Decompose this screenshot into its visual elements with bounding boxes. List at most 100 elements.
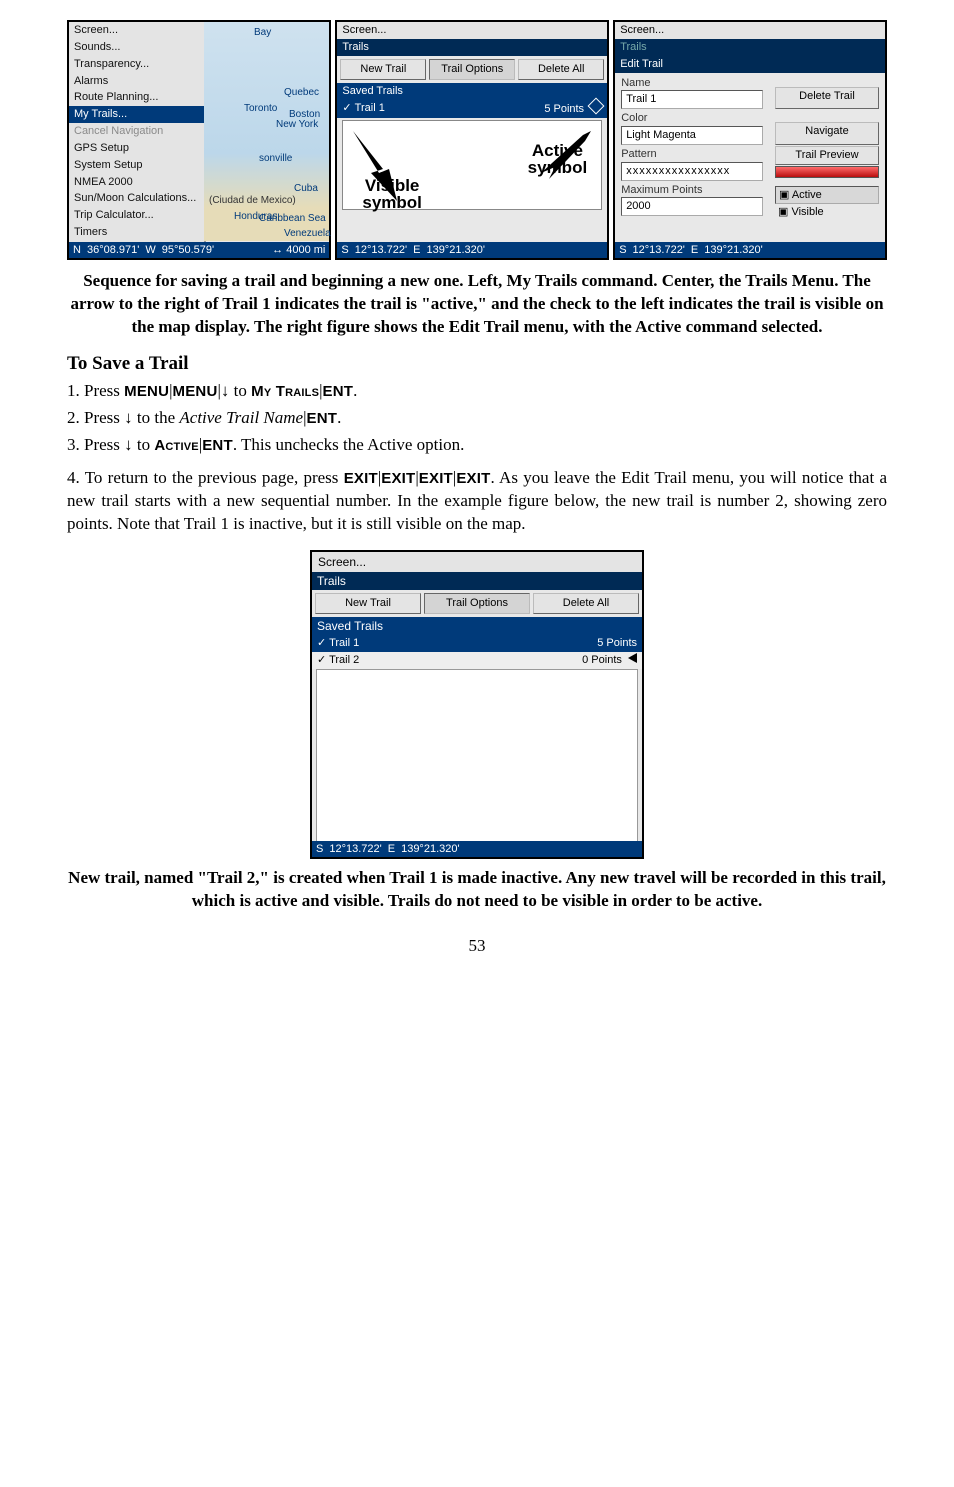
- tabs-row: New Trail Trail Options Delete All: [312, 590, 642, 617]
- status-zoom: ↔ 4000 mi: [272, 243, 325, 258]
- name-field[interactable]: Trail 1: [621, 90, 763, 109]
- map-label: Cuba: [294, 182, 318, 196]
- step-1: 1. Press MENU|MENU|↓ to My Trails|ENT.: [67, 380, 887, 403]
- status-lon: 139°21.320': [401, 842, 460, 857]
- caption-1: Sequence for saving a trail and beginnin…: [67, 270, 887, 339]
- trail-row[interactable]: ✓ Trail 2 0 Points: [312, 652, 642, 669]
- status-s: S: [316, 842, 323, 857]
- trail-points: 5 Points: [597, 637, 637, 649]
- status-e: E: [691, 243, 698, 258]
- status-w: W: [145, 243, 155, 258]
- active-diamond-icon: [588, 98, 605, 115]
- menu-item[interactable]: GPS Setup: [69, 140, 204, 157]
- panel-left: Screen...Sounds...Transparency...AlarmsR…: [67, 20, 331, 260]
- color-select[interactable]: Light Magenta: [621, 126, 763, 145]
- trail-points: 5 Points: [544, 103, 584, 115]
- visible-check-icon: ✓: [317, 654, 326, 666]
- map-label: Toronto: [244, 102, 277, 116]
- saved-trails-header: Saved Trails: [312, 617, 642, 635]
- menu-item[interactable]: Cancel Navigation: [69, 123, 204, 140]
- active-arrow-icon: [628, 653, 637, 663]
- visible-check-icon: ✓: [317, 637, 326, 649]
- menu-item[interactable]: Screen...: [69, 22, 204, 39]
- main-menu-list: Screen...Sounds...Transparency...AlarmsR…: [69, 22, 206, 258]
- trail-options-button[interactable]: Trail Options: [424, 593, 530, 614]
- status-lon: 139°21.320': [704, 243, 763, 258]
- panel-trails-2: Screen... Trails New Trail Trail Options…: [310, 550, 644, 859]
- menu-item[interactable]: Alarms: [69, 73, 204, 90]
- edit-trail-header: Edit Trail: [615, 56, 885, 73]
- status-lon: 95°50.579': [162, 243, 214, 258]
- title-bar: Trails: [615, 39, 885, 56]
- status-e: E: [388, 842, 395, 857]
- empty-list-area: [316, 669, 638, 843]
- status-lon: 139°21.320': [426, 243, 485, 258]
- status-lat: 12°13.722': [329, 842, 381, 857]
- figure-2-wrap: Screen... Trails New Trail Trail Options…: [67, 550, 887, 859]
- menu-item[interactable]: My Trails...: [69, 106, 204, 123]
- status-bar: S 12°13.722' E 139°21.320': [312, 841, 642, 857]
- visible-callout: Visible symbol: [362, 177, 422, 211]
- trail-options-button[interactable]: Trail Options: [429, 59, 515, 80]
- trail-name: Trail 1: [355, 102, 385, 114]
- menu-item[interactable]: Trip Calculator...: [69, 207, 204, 224]
- caption-2: New trail, named "Trail 2," is created w…: [67, 867, 887, 913]
- visible-checkbox-label: Visible: [791, 206, 823, 218]
- trail-points: 0 Points: [582, 654, 622, 666]
- map-label: (Ciudad de Mexico): [209, 194, 296, 208]
- visible-check-icon: ✓: [342, 102, 351, 114]
- trail-rows: ✓ Trail 1 5 Points ✓ Trail 2 0 Points: [312, 635, 642, 669]
- trail-row[interactable]: ✓ Trail 1 5 Points: [312, 635, 642, 652]
- map-label: sonville: [259, 152, 292, 166]
- panel-right-edit-trail: Screen... Trails Edit Trail Name Trail 1…: [613, 20, 887, 260]
- menu-item[interactable]: Transparency...: [69, 56, 204, 73]
- name-label: Name: [615, 75, 769, 91]
- color-label: Color: [615, 110, 769, 126]
- trail-name: Trail 1: [329, 637, 359, 649]
- menu-item[interactable]: Timers: [69, 224, 204, 241]
- status-lat: 36°08.971': [87, 243, 139, 258]
- title-bar: Trails: [312, 572, 642, 590]
- screen-header: Screen...: [615, 22, 885, 39]
- map-label: Bay: [254, 26, 271, 40]
- trail-name: Trail 2: [329, 654, 359, 666]
- trail-row[interactable]: ✓ Trail 1 5 Points: [337, 99, 607, 118]
- menu-item[interactable]: Sun/Moon Calculations...: [69, 190, 204, 207]
- delete-all-button[interactable]: Delete All: [533, 593, 639, 614]
- map-label: Caribbean Sea: [259, 212, 326, 226]
- screen-header: Screen...: [337, 22, 607, 39]
- max-points-label: Maximum Points: [615, 182, 769, 198]
- step-3: 3. Press ↓ to Active|ENT. This unchecks …: [67, 434, 887, 457]
- map-label: Quebec: [284, 86, 319, 100]
- pattern-label: Pattern: [615, 146, 769, 162]
- delete-all-button[interactable]: Delete All: [518, 59, 604, 80]
- new-trail-button[interactable]: New Trail: [315, 593, 421, 614]
- active-callout: Active symbol: [528, 142, 588, 176]
- step-2: 2. Press ↓ to the Active Trail Name|ENT.: [67, 407, 887, 430]
- active-checkbox-label: Active: [792, 189, 822, 201]
- max-points-field[interactable]: 2000: [621, 197, 763, 216]
- delete-trail-button[interactable]: Delete Trail: [775, 87, 879, 110]
- navigate-button[interactable]: Navigate: [775, 122, 879, 145]
- status-bar: S 12°13.722' E 139°21.320': [615, 242, 885, 258]
- map-label: Venezuela: [284, 227, 331, 241]
- menu-item[interactable]: Route Planning...: [69, 89, 204, 106]
- status-s: S: [619, 243, 626, 258]
- status-lat: 12°13.722': [355, 243, 407, 258]
- title-bar: Trails: [337, 39, 607, 56]
- status-n: N: [73, 243, 81, 258]
- status-e: E: [413, 243, 420, 258]
- panel-center-trails: Screen... Trails New Trail Trail Options…: [335, 20, 609, 260]
- new-trail-button[interactable]: New Trail: [340, 59, 426, 80]
- status-bar: N 36°08.971' W 95°50.579' ↔ 4000 mi: [69, 242, 329, 258]
- menu-item[interactable]: Sounds...: [69, 39, 204, 56]
- menu-item[interactable]: NMEA 2000: [69, 174, 204, 191]
- map-label: New York: [276, 118, 318, 132]
- status-lat: 12°13.722': [633, 243, 685, 258]
- active-checkbox[interactable]: ▣ Active: [775, 186, 879, 205]
- status-s: S: [341, 243, 348, 258]
- menu-item[interactable]: System Setup: [69, 157, 204, 174]
- trail-preview-button[interactable]: Trail Preview: [775, 146, 879, 165]
- pattern-field[interactable]: xxxxxxxxxxxxxxxx: [621, 162, 763, 181]
- visible-checkbox[interactable]: ▣ Visible: [775, 204, 879, 221]
